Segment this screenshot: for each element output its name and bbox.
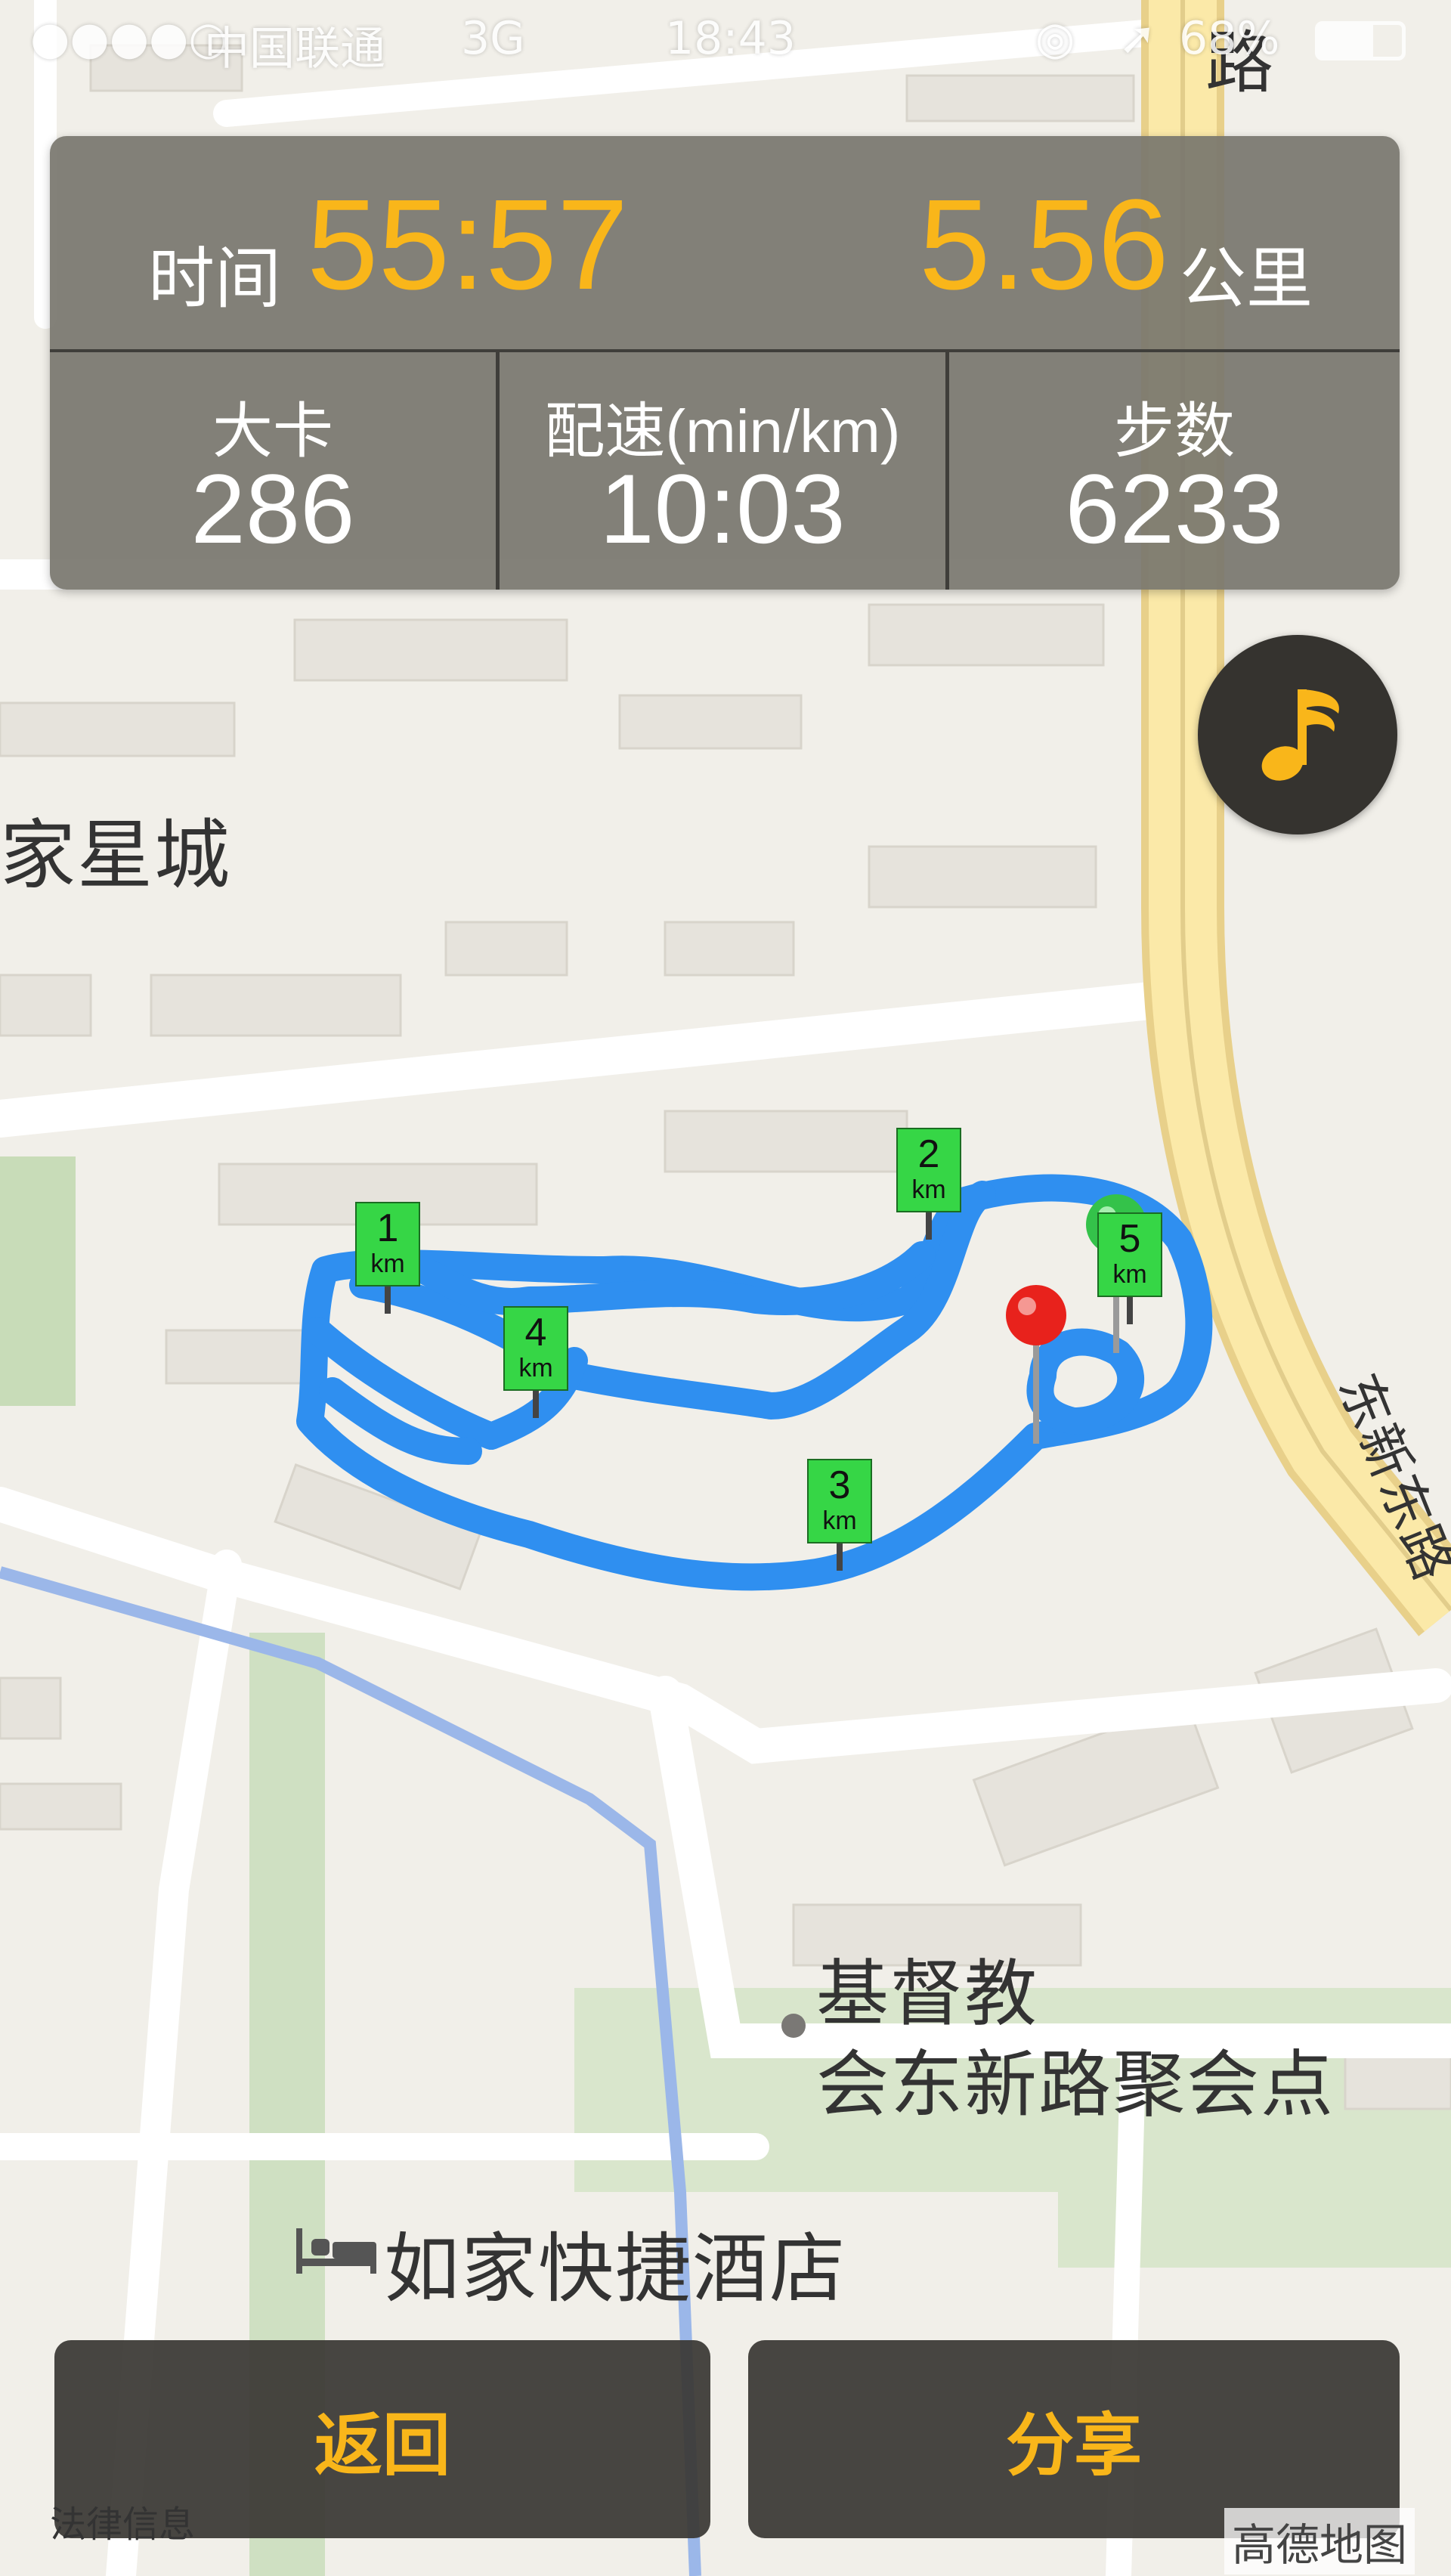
status-bar: ●●●●○ 中国联通 3G 18:43 ◎ ➚ 68%: [0, 0, 1451, 91]
km-marker[interactable]: 5 km: [1097, 1212, 1164, 1324]
music-button[interactable]: [1198, 635, 1397, 834]
music-note-icon: [1261, 689, 1339, 781]
battery-percent: 68%: [1179, 12, 1280, 65]
park-area: [0, 1156, 76, 1406]
km-marker[interactable]: 3 km: [807, 1459, 874, 1571]
km-unit: km: [822, 1506, 857, 1535]
calories-cell: 大卡 286: [50, 352, 496, 590]
clock: 18:43: [665, 12, 796, 65]
network-type: 3G: [461, 12, 525, 65]
map-label-church-line1: 基督教: [816, 1952, 1038, 2036]
steps-value: 6233: [1065, 454, 1284, 564]
distance-unit: 公里: [1180, 240, 1313, 317]
map-label-area: 家星城: [0, 811, 231, 899]
map-label-hotel: 如家快捷酒店: [384, 2225, 846, 2313]
time-value: 55:57: [307, 173, 629, 317]
km-number: 4: [524, 1311, 547, 1355]
km-unit: km: [911, 1175, 946, 1204]
calories-value: 286: [190, 454, 355, 564]
stats-panel: 时间 55:57 5.56 公里 大卡 286 配速(min/km) 10:03…: [50, 136, 1400, 590]
km-number: 2: [917, 1132, 940, 1176]
battery-icon: [1315, 21, 1406, 60]
km-marker[interactable]: 4 km: [503, 1306, 570, 1418]
steps-cell: 步数 6233: [949, 352, 1400, 590]
km-unit: km: [1112, 1260, 1147, 1289]
pace-value: 10:03: [599, 454, 846, 564]
map-label-church-line2: 会东新路聚会点: [816, 2042, 1335, 2127]
gps-arrow-icon: ➚: [1118, 12, 1157, 65]
legal-info-link[interactable]: 法律信息: [50, 2494, 195, 2547]
km-unit: km: [370, 1249, 405, 1278]
map-provider-logo: 高德地图: [1224, 2508, 1415, 2574]
stats-summary: 时间 55:57 5.56 公里: [50, 136, 1400, 349]
time-label: 时间: [148, 240, 282, 317]
km-number: 3: [828, 1463, 851, 1507]
km-marker[interactable]: 2 km: [896, 1128, 963, 1240]
carrier-name: 中国联通: [204, 23, 385, 76]
distance-value: 5.56: [919, 173, 1169, 317]
signal-icon: ●●●●○: [30, 12, 228, 65]
location-icon: ◎: [1035, 12, 1075, 65]
pace-cell: 配速(min/km) 10:03: [500, 352, 945, 590]
km-number: 5: [1118, 1217, 1141, 1261]
km-marker[interactable]: 1 km: [355, 1202, 422, 1314]
km-number: 1: [376, 1206, 399, 1250]
km-unit: km: [518, 1354, 553, 1382]
poi-dot: [781, 2014, 806, 2038]
